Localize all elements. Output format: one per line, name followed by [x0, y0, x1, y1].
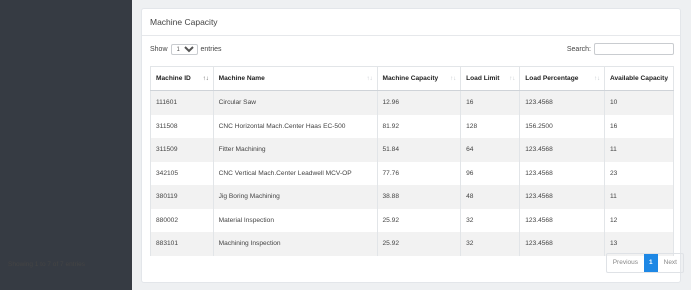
- cell-machine-name: Machining Inspection: [212, 232, 378, 256]
- machine-table: Machine ID ↑↓ Machine Name ↑↓ Machine Capa…: [150, 66, 675, 256]
- cell-machine-name: CNC Vertical Mach.Center Leadwell MCV-OP: [212, 161, 378, 185]
- cell-machine-id: 311508: [150, 114, 214, 138]
- cell-machine-capacity: 25.92: [376, 208, 462, 232]
- search-input[interactable]: [594, 43, 674, 55]
- entries-label: entries: [200, 46, 222, 53]
- cell-machine-name: Circular Saw: [212, 90, 378, 115]
- machine-capacity-card: Machine Capacity Show 10 entries Search:…: [141, 8, 681, 283]
- col-load-limit[interactable]: Load Limit ↑↓: [460, 66, 521, 91]
- cell-load-limit: 32: [460, 232, 521, 256]
- cell-load-limit: 16: [460, 90, 521, 115]
- cell-load-percentage: 123.4568: [519, 185, 605, 209]
- cell-machine-capacity: 38.88: [376, 185, 462, 209]
- cell-machine-id: 380119: [150, 185, 214, 209]
- table-row: 311508 CNC Horizontal Mach.Center Haas E…: [150, 114, 675, 138]
- show-label: Show: [150, 46, 168, 53]
- cell-load-percentage: 123.4568: [519, 232, 605, 256]
- col-machine-capacity[interactable]: Machine Capacity ↑↓: [376, 66, 462, 91]
- search-control: Search:: [567, 43, 674, 55]
- col-label: Load Percentage: [525, 75, 579, 82]
- col-label: Machine Name: [218, 75, 265, 82]
- pagination: Previous 1 Next: [605, 253, 684, 273]
- cell-available-capacity: 11: [603, 138, 675, 162]
- cell-load-limit: 96: [460, 161, 521, 185]
- cell-load-percentage: 123.4568: [519, 208, 605, 232]
- cell-load-limit: 32: [460, 208, 521, 232]
- cell-machine-name: Jig Boring Machining: [212, 185, 378, 209]
- next-button[interactable]: Next: [658, 254, 683, 272]
- cell-load-limit: 64: [460, 138, 521, 162]
- table-row: 342105 CNC Vertical Mach.Center Leadwell…: [150, 161, 675, 185]
- cell-machine-name: Fitter Machining: [212, 138, 378, 162]
- sort-icon: ↑↓: [593, 75, 600, 82]
- col-label: Machine Capacity: [382, 75, 439, 82]
- sort-icon: ↑↓: [509, 75, 516, 82]
- cell-available-capacity: 23: [603, 161, 675, 185]
- cell-machine-capacity: 51.84: [376, 138, 462, 162]
- col-machine-name[interactable]: Machine Name ↑↓: [212, 66, 378, 91]
- cell-machine-id: 311509: [150, 138, 214, 162]
- col-label: Load Limit: [466, 75, 500, 82]
- cell-machine-capacity: 25.92: [376, 232, 462, 256]
- sort-asc-icon: ↑↓: [202, 75, 209, 82]
- previous-button[interactable]: Previous: [607, 254, 644, 272]
- table-row: 883101 Machining Inspection 25.92 32 123…: [150, 232, 675, 256]
- table-row: 880002 Material Inspection 25.92 32 123.…: [150, 208, 675, 232]
- cell-available-capacity: 10: [603, 90, 675, 115]
- cell-load-limit: 128: [460, 114, 521, 138]
- cell-available-capacity: 11: [603, 185, 675, 209]
- cell-machine-id: 883101: [150, 232, 214, 256]
- search-label: Search:: [566, 45, 591, 53]
- card-title: Machine Capacity: [142, 9, 680, 36]
- cell-load-percentage: 123.4568: [519, 90, 605, 115]
- cell-load-limit: 48: [460, 185, 521, 209]
- cell-load-percentage: 156.2500: [519, 114, 605, 138]
- page-1-button[interactable]: 1: [644, 254, 658, 272]
- entries-select[interactable]: 10: [170, 44, 198, 55]
- cell-machine-id: 342105: [150, 161, 214, 185]
- col-available-capacity[interactable]: Available Capacity ↑↓: [603, 66, 675, 91]
- cell-load-percentage: 123.4568: [519, 161, 605, 185]
- col-load-percentage[interactable]: Load Percentage ↑↓: [519, 66, 605, 91]
- table-header-row: Machine ID ↑↓ Machine Name ↑↓ Machine Capa…: [150, 66, 675, 91]
- cell-available-capacity: 13: [603, 232, 675, 256]
- cell-machine-id: 111601: [150, 90, 214, 115]
- cell-machine-name: CNC Horizontal Mach.Center Haas EC-500: [212, 114, 378, 138]
- cell-machine-capacity: 81.92: [376, 114, 462, 138]
- table-info: Showing 1 to 7 of 7 entries: [8, 261, 85, 268]
- sort-icon: ↑↓: [450, 75, 457, 82]
- cell-machine-capacity: 77.76: [376, 161, 462, 185]
- cell-load-percentage: 123.4568: [519, 138, 605, 162]
- sidebar: [0, 0, 132, 290]
- cell-available-capacity: 12: [603, 208, 675, 232]
- table-row: 311509 Fitter Machining 51.84 64 123.456…: [150, 138, 675, 162]
- cell-machine-id: 880002: [150, 208, 214, 232]
- col-machine-id[interactable]: Machine ID ↑↓: [150, 66, 214, 91]
- table-row: 380119 Jig Boring Machining 38.88 48 123…: [150, 185, 675, 209]
- cell-machine-name: Material Inspection: [212, 208, 378, 232]
- col-label: Available Capacity: [609, 75, 668, 82]
- cell-available-capacity: 16: [603, 114, 675, 138]
- sort-icon: ↑↓: [366, 75, 373, 82]
- col-label: Machine ID: [156, 75, 191, 82]
- table-row: 111601 Circular Saw 12.96 16 123.4568 10: [150, 90, 675, 115]
- length-control: Show 10 entries: [150, 44, 222, 55]
- cell-machine-capacity: 12.96: [376, 90, 462, 115]
- table-controls: Show 10 entries Search:: [142, 36, 680, 64]
- sort-icon: ↑↓: [663, 75, 669, 82]
